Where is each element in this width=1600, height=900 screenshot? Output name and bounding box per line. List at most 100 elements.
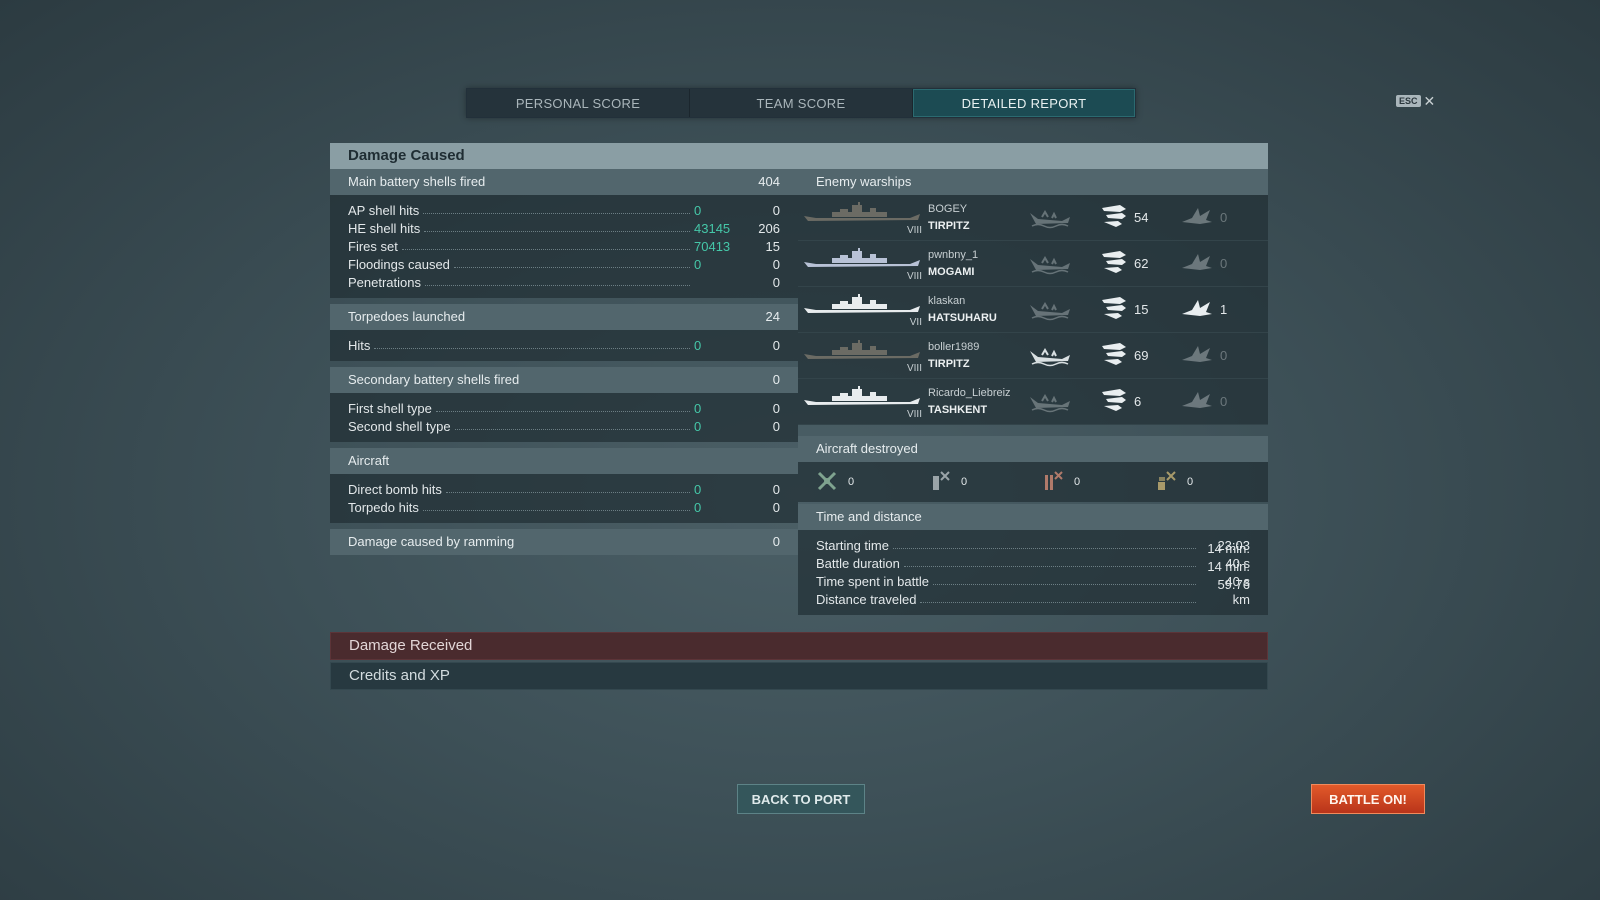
battle-on-button[interactable]: BATTLE ON! [1311,784,1425,814]
ship-fires-stat: 0 [1174,250,1254,277]
ship-hits: 15 [1134,302,1149,317]
tab-detailed-report[interactable]: DETAILED REPORT [913,89,1135,117]
aircraft-destroyed-header: Aircraft destroyed [798,436,1268,462]
ship-class-name: MOGAMI [928,266,975,278]
back-to-port-button[interactable]: BACK TO PORT [737,784,865,814]
hits-icon [1100,204,1128,231]
stat-row: First shell type 0 0 [348,398,780,416]
ship-silhouette: VIII [800,382,928,422]
stat-label: First shell type [348,401,432,416]
ship-sunk-icon [1028,299,1094,321]
fire-icon [1180,204,1214,231]
stat-row: Time spent in battle 14 min. 40 s [816,559,1250,589]
ship-hits: 6 [1134,394,1142,409]
ship-tier: VIII [906,270,922,282]
fire-icon [1180,388,1214,415]
torpedo-rows: Hits 0 0 [330,330,798,361]
torpedoes-header: Torpedoes launched 24 [330,304,798,330]
fighter-ammo-icon [929,470,951,495]
ship-silhouette: VIII [800,336,928,376]
dotted-leader [445,492,690,493]
stat-label: Torpedo hits [348,500,419,515]
ship-hits-stat: 69 [1094,342,1174,369]
stat-damage: 0 [694,338,702,353]
stat-damage: 70413 [694,239,731,254]
ship-names: boller1989 TIRPITZ [928,341,1028,370]
ship-names: pwnbny_1 MOGAMI [928,249,1028,278]
damage-right-column: Enemy warships VIII BOGEY TIRPITZ 54 0 VIII pw… [798,169,1268,615]
hits-icon [1100,250,1128,277]
stat-damage: 0 [694,257,702,272]
stat-label: Time spent in battle [816,574,929,589]
ship-class-name: TIRPITZ [928,220,970,232]
credits-xp-section[interactable]: Credits and XP [330,662,1268,690]
ship-hits-stat: 54 [1094,204,1174,231]
ship-sunk-icon [1028,345,1094,367]
ship-silhouette: VII [800,290,928,330]
aircraft-destroyed-item: 0 [1155,470,1268,495]
dive-bomber-icon [1155,470,1177,495]
stat-label: Second shell type [348,419,451,434]
ship-tier: VIII [906,362,922,374]
ship-fires-stat: 1 [1174,296,1254,323]
main-battery-value: 404 [758,174,780,189]
tab-team-score[interactable]: TEAM SCORE [690,89,913,117]
dotted-leader [920,602,1196,603]
dotted-leader [423,213,690,214]
enemy-ship-row: VII klaskan HATSUHARU 15 1 [798,287,1268,333]
stat-damage: 0 [694,500,702,515]
stat-value: 0 [772,275,780,290]
enemy-ship-list: VIII BOGEY TIRPITZ 54 0 VIII pwnbny_1 MOGAMI 62 0… [798,195,1268,425]
stat-row: Direct bomb hits 0 0 [348,479,780,497]
enemy-ship-row: VIII boller1989 TIRPITZ 69 0 [798,333,1268,379]
stat-row: Battle duration 14 min. 40 s [816,541,1250,571]
ship-hits: 69 [1134,348,1149,363]
main-battery-rows: AP shell hits 0 0 HE shell hits 43145 206 Fire… [330,195,798,298]
stat-row: Second shell type 0 0 [348,416,780,434]
report-tabs: PERSONAL SCORE TEAM SCORE DETAILED REPOR… [466,88,1136,118]
stat-row: Distance traveled 59.76 km [816,577,1250,607]
stat-damage: 0 [694,401,702,416]
ship-silhouette: VIII [800,198,928,238]
time-distance-header: Time and distance [798,504,1268,530]
aircraft-label: Aircraft [348,453,390,468]
stat-label: Floodings caused [348,257,450,272]
fighter-plane-icon [816,470,838,495]
aircraft-destroyed-item: 0 [1042,470,1155,495]
stat-label: AP shell hits [348,203,420,218]
ship-player-name: pwnbny_1 [928,249,979,261]
ship-class-name: TIRPITZ [928,358,970,370]
ship-fires-stat: 0 [1174,342,1254,369]
fire-icon [1180,250,1214,277]
stat-label: Battle duration [816,556,900,571]
ship-tier: VIII [906,408,922,420]
stat-row: HE shell hits 43145 206 [348,218,780,236]
ramming-value: 0 [772,534,780,549]
damage-received-section[interactable]: Damage Received [330,632,1268,660]
enemy-ship-row: VIII pwnbny_1 MOGAMI 62 0 [798,241,1268,287]
dotted-leader [454,429,690,430]
secondary-header: Secondary battery shells fired 0 [330,367,798,393]
ship-player-name: boller1989 [928,341,980,353]
stat-value: 0 [772,257,780,272]
stat-row: Floodings caused 0 0 [348,254,780,272]
damage-caused-header[interactable]: Damage Caused [330,143,1268,169]
ship-class-name: TASHKENT [928,404,988,416]
stat-row: Penetrations 0 [348,272,780,290]
ship-player-name: Ricardo_Liebreiz [928,387,1011,399]
ship-sunk-icon [1028,391,1094,413]
hits-icon [1100,296,1128,323]
tab-personal-score[interactable]: PERSONAL SCORE [467,89,690,117]
stat-damage: 0 [694,203,702,218]
ship-hits-stat: 15 [1094,296,1174,323]
ship-tier: VII [909,316,922,328]
time-distance-rows: Starting time 23:03 Battle duration 14 min.… [798,530,1268,615]
aircraft-destroyed-label: Aircraft destroyed [816,441,918,456]
close-button[interactable]: ESC ✕ [1396,94,1435,108]
fire-icon [1180,342,1214,369]
aircraft-rows: Direct bomb hits 0 0 Torpedo hits 0 0 [330,474,798,523]
main-battery-label: Main battery shells fired [348,174,486,189]
stat-label: Distance traveled [816,592,917,607]
ship-names: Ricardo_Liebreiz TASHKENT [928,387,1028,416]
fire-icon [1180,296,1214,323]
